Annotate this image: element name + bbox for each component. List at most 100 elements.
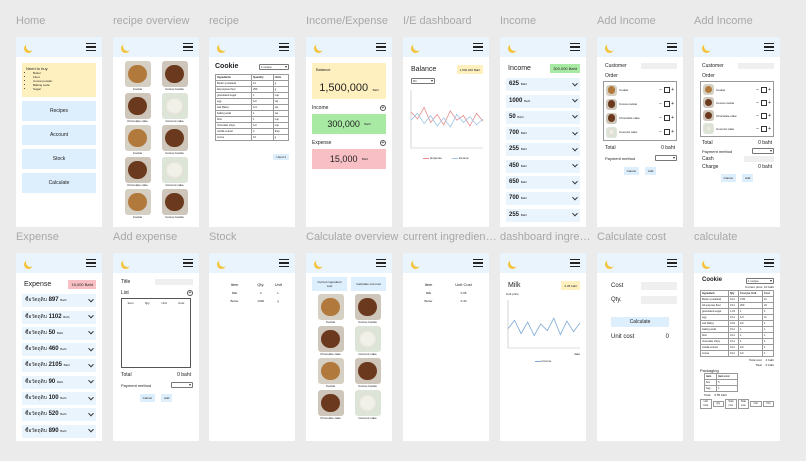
minus-icon[interactable]: −	[756, 126, 759, 132]
menu-icon[interactable]	[86, 259, 96, 267]
recipe-card[interactable]: Cookie	[314, 294, 347, 324]
list-item[interactable]: 700 Baht	[506, 192, 580, 206]
add-expense-icon[interactable]: +	[380, 140, 386, 146]
minus-icon[interactable]: −	[756, 87, 759, 93]
title-input[interactable]	[155, 279, 193, 285]
recipe-card[interactable]: Coconut cake	[351, 326, 384, 356]
recipe-card[interactable]: Chocolate cake	[121, 157, 154, 187]
plus-icon[interactable]: +	[671, 87, 674, 93]
nav-button-stock[interactable]: Stock	[22, 149, 96, 169]
cancel-button[interactable]: Cancel	[623, 167, 639, 175]
list-item[interactable]: 450 Baht	[506, 159, 580, 173]
menu-icon[interactable]	[667, 259, 677, 267]
income-card[interactable]: 300,000 Baht	[312, 114, 386, 134]
list-item[interactable]: 700 Baht	[506, 127, 580, 141]
minus-icon[interactable]: −	[659, 101, 662, 107]
recipe-card[interactable]: Cookie	[121, 189, 154, 219]
nav-button-calculate[interactable]: Calculate	[22, 173, 96, 193]
add-button[interactable]: Add	[161, 394, 173, 402]
menu-icon[interactable]	[183, 43, 193, 51]
quantity-box[interactable]	[760, 125, 767, 132]
quantity-stepper[interactable]: − +	[756, 83, 771, 96]
add-income-icon[interactable]: +	[380, 105, 386, 111]
list-item[interactable]: 1000 Baht	[506, 94, 580, 108]
quantity-stepper[interactable]: − +	[756, 96, 771, 109]
recipe-card[interactable]: Chocolate cake	[314, 326, 347, 356]
list-item[interactable]: ซื้อวัตถุดิบ 100 Baht	[22, 392, 96, 406]
menu-icon[interactable]	[279, 259, 289, 267]
plus-icon[interactable]: +	[671, 115, 674, 121]
recipe-card[interactable]: Coconut cake	[158, 93, 191, 123]
quantity-stepper[interactable]: − +	[756, 122, 771, 135]
plus-icon[interactable]: +	[768, 113, 771, 119]
menu-icon[interactable]	[764, 43, 774, 51]
plus-icon[interactable]: +	[671, 129, 674, 135]
recipe-card[interactable]: Cocoa Cookie	[158, 189, 191, 219]
recipe-select[interactable]: 1 recipe	[259, 64, 289, 70]
quantity-box[interactable]	[760, 86, 767, 93]
quantity-stepper[interactable]: − +	[659, 129, 674, 135]
recipe-card[interactable]: Cocoa Cookie	[158, 61, 191, 91]
minus-icon[interactable]: −	[756, 113, 759, 119]
minus-icon[interactable]: −	[659, 87, 662, 93]
recipe-card[interactable]: Chocolate cake	[121, 93, 154, 123]
plus-icon[interactable]: +	[768, 126, 771, 132]
quantity-box[interactable]	[663, 129, 670, 135]
list-item[interactable]: 255 Baht	[506, 143, 580, 157]
recipe-card[interactable]: Cookie	[121, 125, 154, 155]
menu-icon[interactable]	[764, 259, 774, 267]
qty-input[interactable]	[641, 296, 677, 304]
list-item[interactable]: ซื้อวัตถุดิบ 520 Baht	[22, 408, 96, 422]
customer-input[interactable]	[641, 63, 677, 69]
calculate-button[interactable]: Calculate	[611, 317, 669, 327]
quantity-box[interactable]	[760, 112, 767, 119]
menu-icon[interactable]	[570, 43, 580, 51]
payment-select[interactable]	[752, 148, 774, 154]
recipe-select[interactable]: 1 recipe	[746, 277, 774, 284]
menu-icon[interactable]	[86, 43, 96, 51]
menu-icon[interactable]	[667, 43, 677, 51]
list-item[interactable]: ซื้อวัตถุดิบ 890 Baht	[22, 424, 96, 438]
payment-select[interactable]	[171, 382, 193, 388]
nav-button-account[interactable]: Account	[22, 125, 96, 145]
add-item-icon[interactable]: +	[187, 290, 193, 296]
recipe-card[interactable]: Coconut cake	[158, 157, 191, 187]
recipe-card[interactable]: Cookie	[121, 61, 154, 91]
menu-icon[interactable]	[376, 259, 386, 267]
add-button[interactable]: Add	[645, 167, 657, 175]
recipe-card[interactable]: Coconut cake	[351, 390, 384, 420]
add-button[interactable]: Add	[742, 174, 754, 182]
quantity-stepper[interactable]: − +	[659, 115, 674, 121]
menu-icon[interactable]	[473, 259, 483, 267]
cost-input[interactable]	[641, 282, 677, 290]
quantity-box[interactable]	[663, 87, 670, 93]
recipe-card[interactable]: Chocolate cake	[314, 390, 347, 420]
list-item[interactable]: ซื้อวัตถุดิบ 50 Baht	[22, 326, 96, 340]
customer-input[interactable]	[738, 63, 774, 69]
recipe-card[interactable]: Cocoa Cookie	[158, 125, 191, 155]
expense-card[interactable]: 15,000 Baht	[312, 149, 386, 169]
minus-icon[interactable]: −	[659, 115, 662, 121]
nav-button-recipes[interactable]: Recipes	[22, 101, 96, 121]
list-item[interactable]: 255 Baht	[506, 208, 580, 222]
list-item[interactable]: ซื้อวัตถุดิบ 897 Baht	[22, 294, 96, 308]
list-item[interactable]: 650 Baht	[506, 176, 580, 190]
menu-icon[interactable]	[183, 259, 193, 267]
menu-icon[interactable]	[279, 43, 289, 51]
used-button[interactable]: Used 1	[273, 154, 289, 160]
quantity-stepper[interactable]: − +	[659, 87, 674, 93]
minus-icon[interactable]: −	[659, 129, 662, 135]
quantity-stepper[interactable]: − +	[756, 109, 771, 122]
cancel-button[interactable]: Cancel	[720, 174, 736, 182]
menu-icon[interactable]	[473, 43, 483, 51]
list-item[interactable]: ซื้อวัตถุดิบ 2105 Baht	[22, 359, 96, 373]
list-item[interactable]: ซื้อวัตถุดิบ 1102 Baht	[22, 310, 96, 324]
list-item[interactable]: 625 Baht	[506, 78, 580, 92]
recipe-card[interactable]: Cookie	[314, 358, 347, 388]
quantity-box[interactable]	[760, 99, 767, 106]
list-item[interactable]: 50 Baht	[506, 110, 580, 124]
quantity-stepper[interactable]: − +	[659, 101, 674, 107]
plus-icon[interactable]: +	[671, 101, 674, 107]
list-item[interactable]: ซื้อวัตถุดิบ 90 Baht	[22, 375, 96, 389]
quantity-box[interactable]	[663, 101, 670, 107]
